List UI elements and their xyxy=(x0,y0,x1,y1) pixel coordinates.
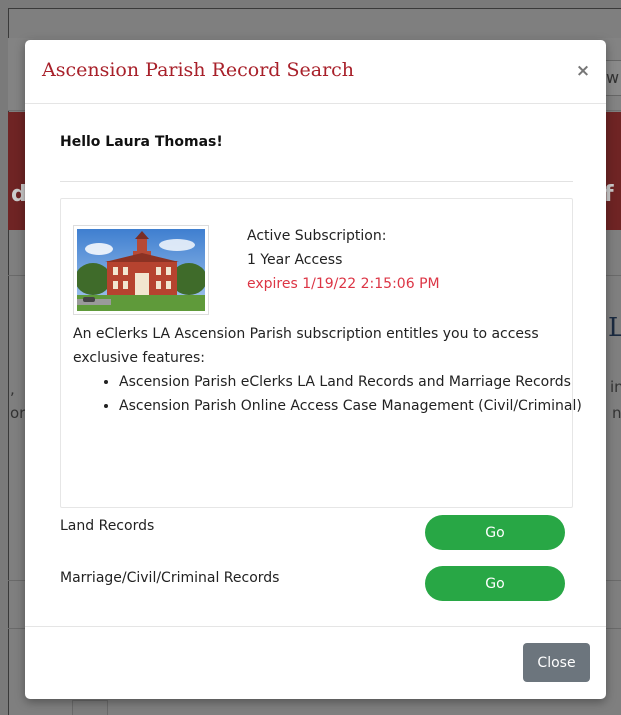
subscription-term: 1 Year Access xyxy=(247,252,343,268)
background-text-right-1: in xyxy=(610,378,621,396)
subscription-card: Active Subscription: 1 Year Access expir… xyxy=(60,198,582,508)
feature-item-land-marriage: Ascension Parish eClerks LA Land Records… xyxy=(119,370,594,394)
subscription-description: An eClerks LA Ascension Parish subscript… xyxy=(73,326,539,366)
feature-list: Ascension Parish eClerks LA Land Records… xyxy=(73,370,594,418)
feature-item-case-management: Ascension Parish Online Access Case Mana… xyxy=(119,394,594,418)
record-search-modal: Ascension Parish Record Search × Hello L… xyxy=(25,40,606,699)
modal-footer-divider xyxy=(25,626,606,627)
marriage-civil-criminal-go-button[interactable]: Go xyxy=(425,566,565,601)
divider xyxy=(60,181,573,182)
background-text-right-2: n xyxy=(612,404,621,422)
subscription-expiry: expires 1/19/22 2:15:06 PM xyxy=(247,276,440,292)
land-records-label: Land Records xyxy=(60,518,155,534)
subscription-status: Active Subscription: xyxy=(247,228,387,244)
modal-header: Ascension Parish Record Search × xyxy=(25,40,606,104)
close-button[interactable]: Close xyxy=(523,643,590,682)
modal-title: Ascension Parish Record Search xyxy=(42,59,355,81)
close-icon[interactable]: × xyxy=(574,61,592,81)
courthouse-image xyxy=(77,229,205,311)
background-text-left-2: or xyxy=(10,404,26,422)
land-records-go-button[interactable]: Go xyxy=(425,515,565,550)
marriage-civil-criminal-label: Marriage/Civil/Criminal Records xyxy=(60,570,280,586)
courthouse-photo xyxy=(73,225,209,315)
background-table-cell xyxy=(72,700,108,715)
greeting-text: Hello Laura Thomas! xyxy=(60,134,223,150)
background-text-left-1: , xyxy=(10,380,15,398)
background-heading: L xyxy=(608,313,621,343)
background-search-text: w xyxy=(606,68,620,87)
